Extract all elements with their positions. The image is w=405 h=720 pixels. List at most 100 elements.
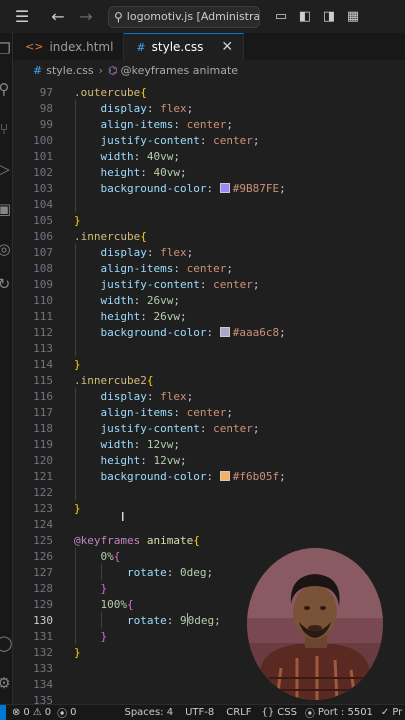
code-line[interactable]: 108 align-items: center; [13, 260, 405, 276]
code-line[interactable]: 98 display: flex; [13, 100, 405, 116]
arrow-right-icon[interactable]: → [72, 0, 100, 33]
code-text: align-items: center; [74, 118, 233, 131]
html-file-icon: <> [25, 40, 44, 53]
line-number: 97 [39, 85, 53, 99]
code-line[interactable]: 105} [13, 212, 405, 228]
editor-tabs: <> index.html # style.css ✕ [13, 33, 405, 60]
ports-status[interactable]: ⦿ 0 [57, 705, 76, 720]
code-line[interactable]: 122 [13, 484, 405, 500]
indentation-status[interactable]: Spaces: 4 [124, 707, 173, 718]
tab-style-css[interactable]: # style.css ✕ [124, 33, 245, 60]
code-line[interactable]: 107 display: flex; [13, 244, 405, 260]
token-brace: { [193, 533, 200, 547]
extensions-icon[interactable]: ▣ [0, 199, 12, 219]
code-line[interactable]: 125 @keyframes animate{ [13, 532, 405, 548]
layout-customize-icon[interactable]: ▦ [342, 0, 364, 33]
token-num: 26vw [146, 293, 174, 307]
line-number: 100 [33, 133, 53, 147]
prettier-label: Pr [392, 707, 403, 718]
settings-gear-icon[interactable]: ⚙ [0, 673, 12, 693]
line-number: 98 [39, 101, 53, 115]
source-control-icon[interactable]: ⑂ [0, 119, 12, 139]
code-line[interactable]: 113 [13, 340, 405, 356]
code-line[interactable]: 111 height: 26vw; [13, 308, 405, 324]
command-center-search[interactable]: ⚲ logomotiv.js [Administrator] [108, 5, 260, 28]
indent-guide [75, 388, 76, 500]
code-line[interactable]: 117 align-items: center; [13, 404, 405, 420]
code-line[interactable]: 120 height: 12vw; [13, 452, 405, 468]
token-punc: ; [226, 405, 233, 419]
arrow-left-icon[interactable]: ← [44, 0, 72, 33]
color-swatch[interactable] [219, 470, 230, 481]
code-line[interactable]: 121 background-color: #f6b05f; [13, 468, 405, 484]
live-server-status[interactable]: ⦿ Port : 5501 [305, 705, 373, 720]
remote-explorer-icon[interactable]: ◎ [0, 239, 12, 259]
layout-editor-icon[interactable]: ◧ [294, 0, 316, 33]
token-brace: } [74, 501, 81, 515]
code-line[interactable]: 116 display: flex; [13, 388, 405, 404]
code-line[interactable]: 102 height: 40vw; [13, 164, 405, 180]
token-prop: align-items [100, 261, 174, 275]
code-text: .innercube{ [74, 230, 147, 243]
token-punc: ; [252, 277, 260, 291]
token-prop: justify-content [100, 421, 200, 435]
close-icon[interactable]: ✕ [221, 39, 233, 55]
color-swatch[interactable] [219, 182, 230, 193]
code-line[interactable]: 106 .innercube{ [13, 228, 405, 244]
token-punc: ; [279, 469, 286, 483]
code-line[interactable]: 110 width: 26vw; [13, 292, 405, 308]
token-ind [74, 294, 101, 307]
code-line[interactable]: 118 justify-content: center; [13, 420, 405, 436]
code-line[interactable]: 100 justify-content: center; [13, 132, 405, 148]
code-text: justify-content: center; [74, 421, 260, 435]
code-line[interactable]: 99 align-items: center; [13, 116, 405, 132]
code-line[interactable]: 97 .outercube{ [13, 84, 405, 100]
token-punc: : [146, 245, 161, 259]
breadcrumb-file[interactable]: style.css [46, 64, 93, 77]
code-line[interactable]: 135 [13, 692, 405, 705]
account-icon[interactable]: ◯ [0, 633, 12, 653]
token-prop: justify-content [100, 277, 200, 291]
color-swatch[interactable] [219, 326, 230, 337]
token-ind [74, 182, 101, 195]
code-line[interactable]: 104 [13, 196, 405, 212]
token-val: flex [160, 389, 187, 403]
tab-index-html[interactable]: <> index.html [13, 33, 125, 60]
error-count: 0 [23, 707, 30, 718]
token-num: 40vw [153, 165, 181, 179]
code-line[interactable]: 112 background-color: #aaa6c8; [13, 324, 405, 340]
code-line[interactable]: 109 justify-content: center; [13, 276, 405, 292]
code-text: width: 12vw; [74, 437, 181, 451]
code-text: height: 26vw; [74, 310, 187, 323]
token-brace2: } [100, 629, 108, 643]
token-punc: : [206, 181, 220, 195]
code-line[interactable]: 101 width: 40vw; [13, 148, 405, 164]
language-status[interactable]: {} CSS [262, 707, 297, 718]
search-icon[interactable]: ⚲ [0, 79, 12, 99]
token-num: 12vw [146, 437, 174, 451]
eol-status[interactable]: CRLF [226, 707, 251, 718]
encoding-status[interactable]: UTF-8 [185, 707, 214, 718]
code-line[interactable]: 124 [13, 516, 405, 532]
token-brace: { [140, 229, 147, 243]
code-text: display: flex; [74, 389, 194, 403]
run-debug-icon[interactable]: ▷ [0, 159, 12, 179]
layout-controls: ▭ ◧ ◨ ▦ [270, 0, 364, 33]
code-line[interactable]: 123} [13, 500, 405, 516]
layout-panel-icon[interactable]: ▭ [270, 0, 292, 33]
layout-sidebar-icon[interactable]: ◨ [318, 0, 340, 33]
token-punc: : [146, 389, 161, 403]
remote-indicator[interactable] [0, 705, 6, 720]
code-line[interactable]: 115 .innercube2{ [13, 372, 405, 388]
code-line[interactable]: 103 background-color: #9B87FE; [13, 180, 405, 196]
live-share-icon[interactable]: ↻ [0, 274, 12, 294]
prettier-status[interactable]: ✓ Pr [381, 707, 402, 718]
code-line[interactable]: 119 width: 12vw; [13, 436, 405, 452]
code-line[interactable]: 114} [13, 356, 405, 372]
menu-icon[interactable]: ☰ [0, 0, 44, 33]
problems-status[interactable]: ⊗ 0 ⚠ 0 [12, 707, 51, 718]
explorer-icon[interactable]: ❐ [0, 39, 12, 59]
token-prop: width [100, 437, 134, 451]
line-number: 112 [33, 325, 53, 339]
breadcrumb-symbol[interactable]: @keyframes animate [121, 64, 238, 77]
